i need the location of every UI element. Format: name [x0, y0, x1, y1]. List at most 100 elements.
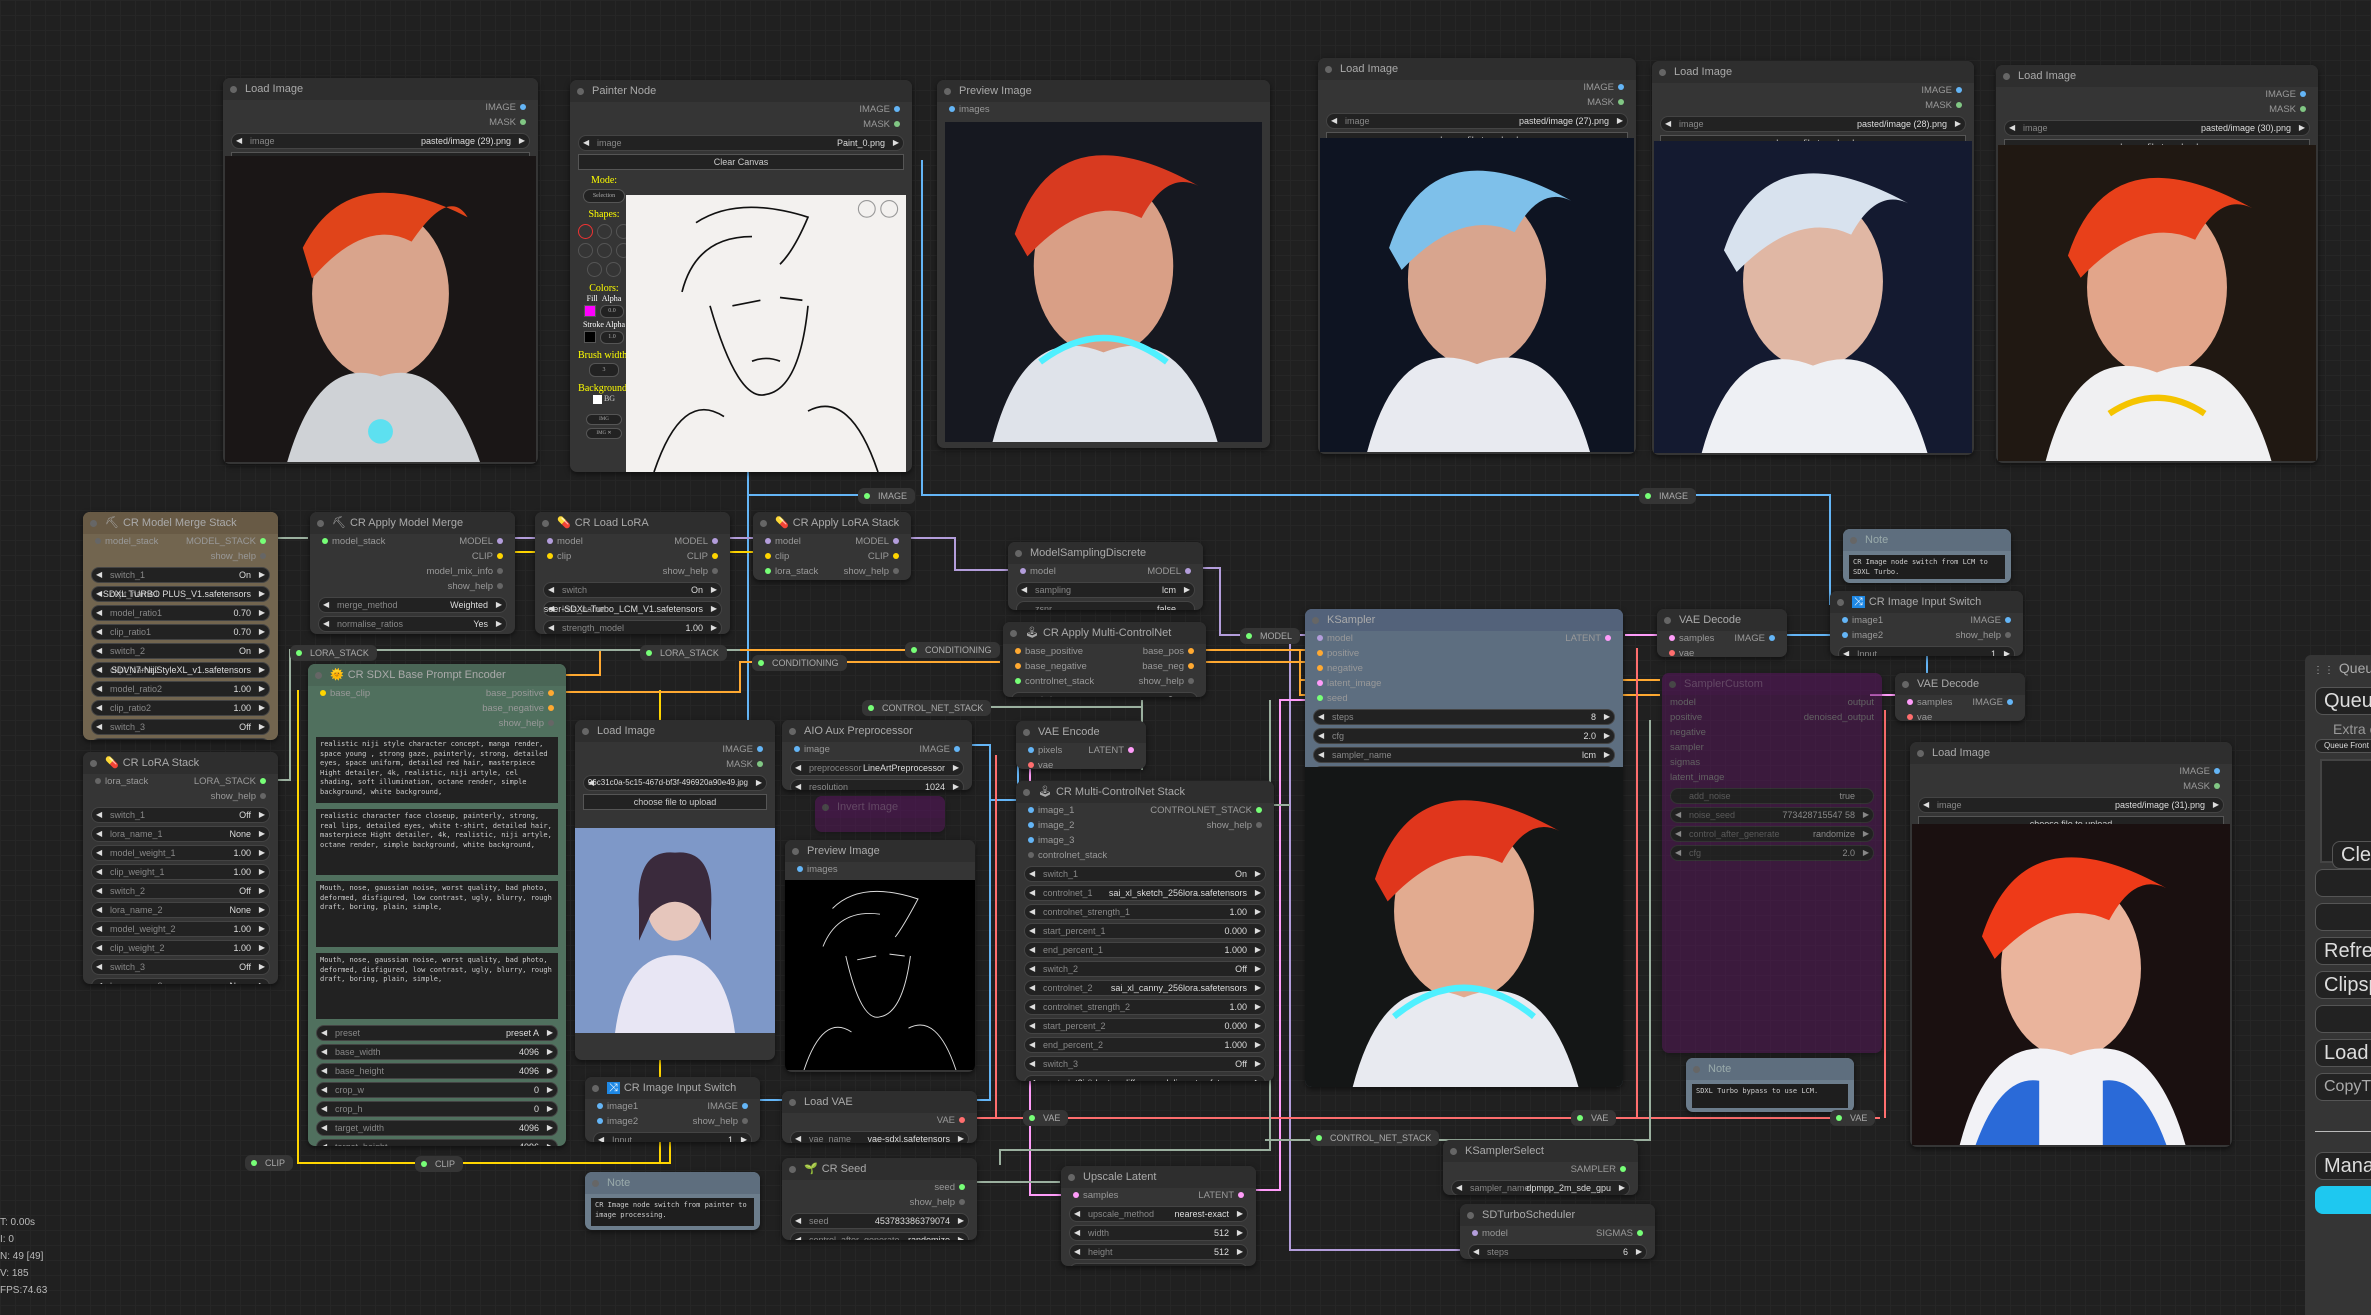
reroute-vae-1[interactable]: VAE	[1023, 1110, 1069, 1126]
vae-input-slot[interactable]	[1907, 714, 1913, 721]
latent-output-slot[interactable]	[1128, 747, 1134, 754]
widget-steps[interactable]: steps 8	[1313, 709, 1615, 725]
widget-controlnet-1[interactable]: controlnet_1 sai_xl_sketch_256lora.safete…	[1024, 885, 1266, 901]
widget-controlnet-2[interactable]: controlnet_2 sai_xl_canny_256lora.safeten…	[1024, 980, 1266, 996]
shape-rect-icon[interactable]	[577, 243, 593, 258]
model-input-slot[interactable]	[1317, 635, 1323, 642]
sd-turbo-scheduler-node[interactable]: SDTurboScheduler modelSIGMAS steps6	[1460, 1204, 1655, 1259]
negative-input-slot[interactable]	[1317, 665, 1323, 672]
cr-multi-controlnet-stack-node[interactable]: 🕹 CR Multi-ControlNet Stack image_1 CONTRO…	[1016, 781, 1274, 1081]
widget-clip-weight-1[interactable]: clip_weight_1 1.00	[91, 864, 270, 880]
note-node-2[interactable]: Note SDXL Turbo bypass to use LCM.	[1686, 1058, 1854, 1112]
panel-button-1[interactable]	[2315, 869, 2371, 897]
latent-output-slot[interactable]	[1238, 1192, 1244, 1199]
show-help-output-slot[interactable]	[260, 553, 266, 560]
images-input-slot[interactable]	[949, 106, 955, 113]
widget-input[interactable]: Input 1	[1838, 646, 2015, 656]
latent-image-input-slot[interactable]	[1317, 680, 1323, 687]
widget-model-weight-1[interactable]: model_weight_1 1.00	[91, 845, 270, 861]
positive-l-prompt-textarea[interactable]: realistic character face closeup, painte…	[316, 809, 558, 875]
load-image-node-girl[interactable]: Load Image IMAGE MASK 96c31c0a-5c15-467d…	[575, 720, 775, 1060]
note-textarea[interactable]: CR Image node switch from LCM to SDXL Tu…	[1849, 555, 2005, 579]
base-negative-output-slot[interactable]	[548, 705, 554, 712]
widget-start-percent-2[interactable]: start_percent_2 0.000	[1024, 1018, 1266, 1034]
image2-input-slot[interactable]	[597, 1118, 603, 1125]
drag-handle-icon[interactable]: ⋮⋮	[2313, 665, 2335, 676]
show-help-output-slot[interactable]	[1256, 822, 1262, 829]
vae-decode-node-1[interactable]: VAE Decode samples IMAGE vae	[1657, 609, 1787, 657]
model-input-slot[interactable]	[765, 538, 771, 545]
lora-stack-input-slot[interactable]	[765, 568, 771, 575]
widget-switch-3[interactable]: switch_3 Off	[91, 959, 270, 975]
queue-front-button[interactable]: Queue Front	[2315, 739, 2371, 753]
painter-node[interactable]: Painter Node IMAGE MASK imagePaint_0.png…	[570, 80, 912, 472]
base-positive-input-slot[interactable]	[1015, 648, 1021, 655]
vae-input-slot[interactable]	[1028, 762, 1034, 769]
widget-clip-weight-2[interactable]: clip_weight_2 1.00	[91, 940, 270, 956]
seed-input-slot[interactable]	[1317, 695, 1323, 702]
mask-output-slot[interactable]	[2300, 106, 2306, 113]
lora-stack-output-slot[interactable]	[260, 778, 266, 785]
widget-vae-name[interactable]: vae_name vae-sdxl.safetensors	[790, 1131, 969, 1143]
cr-apply-model-merge-node[interactable]: ⛏ CR Apply Model Merge model_stack MODEL C…	[310, 512, 515, 634]
load-button[interactable]: Load	[2315, 1039, 2371, 1067]
widget-crop-h[interactable]: crop_h 0	[316, 1101, 558, 1117]
shape-line-icon[interactable]	[596, 224, 612, 239]
cr-seed-node[interactable]: 🌱CR Seed seed show_help seed453783386379…	[782, 1158, 977, 1240]
show-help-output-slot[interactable]	[2005, 632, 2011, 639]
load-image-node-30[interactable]: Load Image IMAGE MASK imagepasted/image …	[1996, 65, 2318, 463]
samples-input-slot[interactable]	[1073, 1192, 1079, 1199]
widget-clip-ratio1[interactable]: clip_ratio1 0.70	[91, 624, 270, 640]
upload-button[interactable]: choose file to upload	[583, 794, 767, 810]
widget-switch-1[interactable]: switch_1 On	[1024, 866, 1266, 882]
mask-output-slot[interactable]	[1956, 102, 1962, 109]
image-select[interactable]: imagepasted/image (30).png	[2004, 120, 2310, 136]
mode-selection-button[interactable]: Selection	[583, 189, 625, 203]
image-3-input-slot[interactable]	[1028, 837, 1034, 844]
widget-ckpt-name2[interactable]: ckpt_name2SDVN7-NijiStyleXL_v1.safetenso…	[91, 662, 270, 678]
widget-lora-name-3[interactable]: lora_name_3 None	[91, 978, 270, 984]
mask-output-slot[interactable]	[757, 761, 763, 768]
widget-control-after-generate[interactable]: control_after_generate randomize	[790, 1232, 969, 1240]
cr-apply-multi-controlnet-node[interactable]: 🕹 CR Apply Multi-ControlNet base_positive…	[1003, 622, 1206, 697]
widget-controlnet-3[interactable]: controlnet_3t2i-adapter_diffusers_xl_lin…	[1024, 1075, 1266, 1081]
shape-text-icon[interactable]	[606, 262, 621, 277]
widget-preset[interactable]: preset preset A	[316, 1025, 558, 1041]
ksampler-select-node[interactable]: KSamplerSelect SAMPLER sampler_namedpmpp…	[1443, 1140, 1638, 1195]
model-output-slot[interactable]	[1185, 568, 1191, 575]
reroute-model[interactable]: MODEL	[1240, 628, 1301, 644]
widget-width[interactable]: width 512	[1069, 1225, 1248, 1241]
positive-g-prompt-textarea[interactable]: realistic niji style character concept, …	[316, 737, 558, 803]
show-help-output-slot[interactable]	[548, 720, 554, 727]
manager-button[interactable]: Manager	[2315, 1152, 2371, 1180]
show-help-output-slot[interactable]	[893, 568, 899, 575]
image-select[interactable]: imagepasted/image (29).png	[231, 133, 530, 149]
widget-cfg[interactable]: cfg 2.0	[1670, 845, 1874, 861]
vae-input-slot[interactable]	[1669, 650, 1675, 657]
image-output-slot[interactable]	[894, 106, 900, 113]
widget-preprocessor[interactable]: preprocessorLineArtPreprocessor	[790, 760, 964, 776]
widget-ckpt-name1[interactable]: ckpt_name1SDXL TURBO PLUS_V1.safetensors	[91, 586, 270, 602]
base-neg-output-slot[interactable]	[1188, 663, 1194, 670]
reroute-conditioning-1[interactable]: CONDITIONING	[905, 642, 1000, 658]
widget-start-percent-1[interactable]: start_percent_1 0.000	[1024, 923, 1266, 939]
image-output-slot[interactable]	[1956, 87, 1962, 94]
vae-output-slot[interactable]	[959, 1117, 965, 1124]
widget-switch[interactable]: switch On	[543, 582, 722, 598]
model-input-slot[interactable]	[1020, 568, 1026, 575]
image1-input-slot[interactable]	[1842, 617, 1848, 624]
stroke-color-swatch[interactable]	[584, 331, 596, 343]
widget-seed[interactable]: seed 453783386379074	[790, 1213, 969, 1229]
widget-switch-3[interactable]: switch_3 Off	[1024, 1056, 1266, 1072]
model-stack-input-slot[interactable]	[95, 538, 101, 545]
images-input-slot[interactable]	[797, 866, 803, 873]
widget-sampler-name[interactable]: sampler_namedpmpp_2m_sde_gpu	[1451, 1180, 1630, 1195]
model-input-slot[interactable]	[1472, 1230, 1478, 1237]
note-textarea[interactable]: CR Image node switch from painter to ima…	[591, 1198, 754, 1226]
widget-sampler-name[interactable]: sampler_name lcm	[1313, 747, 1615, 763]
note-node-1[interactable]: Note CR Image node switch from LCM to SD…	[1843, 529, 2011, 583]
model-sampling-discrete-node[interactable]: ModelSamplingDiscrete modelMODEL samplin…	[1008, 542, 1203, 610]
image-1-input-slot[interactable]	[1028, 807, 1034, 814]
reroute-controlnet-stack[interactable]: CONTROL_NET_STACK	[862, 700, 992, 716]
cr-lora-stack-node[interactable]: 💊 CR LoRA Stack lora_stack LORA_STACK show…	[83, 752, 278, 984]
